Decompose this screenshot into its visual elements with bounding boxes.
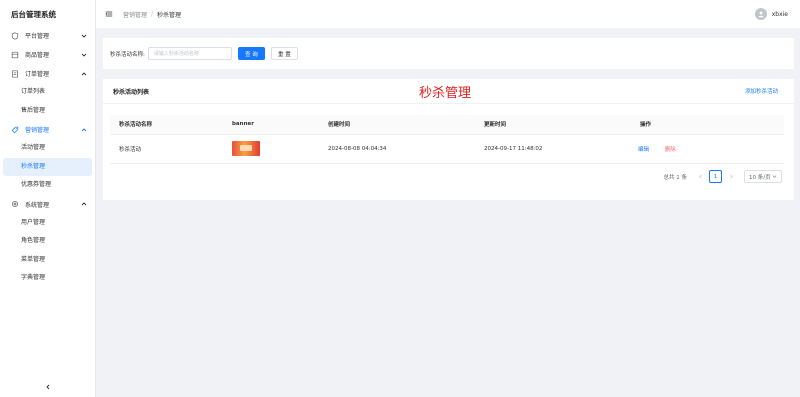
query-button[interactable]: 查 询 <box>237 47 265 60</box>
shield-icon <box>10 31 19 40</box>
sidebar-item-goods[interactable]: 商品管理 <box>0 45 95 64</box>
user-menu[interactable]: xbxie <box>754 8 788 20</box>
breadcrumb: 营销管理 / 秒杀管理 <box>123 10 755 19</box>
page-size-select[interactable]: 10 条/页 <box>744 170 782 183</box>
page-size-value: 10 条/页 <box>749 174 771 181</box>
edit-button[interactable]: 编辑 <box>638 147 649 153</box>
sidebar-item-label: 营销管理 <box>25 127 50 134</box>
delete-button[interactable]: 删除 <box>665 147 676 153</box>
chevron-down-icon <box>772 175 777 178</box>
avatar[interactable] <box>754 8 767 20</box>
sidebar-item-activity[interactable]: 活动管理 <box>0 139 95 158</box>
seckill-table: 秒杀活动名称 banner 创建时间 更新时间 操作 秒杀活动 2024-08-… <box>110 115 784 164</box>
seckill-name: 秒杀活动 <box>110 134 223 164</box>
column-header: 操作 <box>631 115 784 135</box>
shop-icon <box>10 50 19 59</box>
column-header: 更新时间 <box>475 115 631 135</box>
chevron-up-icon <box>81 127 87 133</box>
prev-page-icon[interactable] <box>695 171 705 183</box>
sidebar-item-label: 商品管理 <box>25 52 50 59</box>
created-time: 2024-08-08 04:04:34 <box>319 134 475 164</box>
sidebar-item-label: 系统管理 <box>25 201 50 209</box>
sidebar-item-label: 平台管理 <box>25 33 50 40</box>
column-header: banner <box>223 115 319 135</box>
list-header: 秒杀活动列表 秒杀管理 添加秒杀活动 <box>103 79 794 103</box>
sidebar-item-label: 订单管理 <box>25 71 50 78</box>
pagination: 总共 1 条 1 10 条/页 <box>663 170 782 183</box>
breadcrumb-item[interactable]: 营销管理 <box>123 10 147 19</box>
divider <box>103 103 794 104</box>
sidebar-item-after-sales[interactable]: 售后管理 <box>0 102 95 121</box>
sidebar-item-system[interactable]: 系统管理 <box>0 195 95 214</box>
page-title: 秒杀管理 <box>419 86 472 101</box>
collapse-sidebar-icon[interactable] <box>44 383 52 391</box>
search-label: 秒杀活动名称: <box>110 51 145 58</box>
chevron-up-icon <box>81 71 87 77</box>
gear-icon <box>10 200 19 209</box>
sidebar-item-menus[interactable]: 菜单管理 <box>0 251 95 270</box>
chevron-up-icon <box>81 201 87 207</box>
breadcrumb-separator: / <box>151 10 154 18</box>
column-header: 创建时间 <box>319 115 475 135</box>
chevron-down-icon <box>81 33 87 39</box>
sidebar-item-coupon[interactable]: 优惠券管理 <box>0 176 95 195</box>
pagination-total: 总共 1 条 <box>663 174 688 181</box>
table-row: 秒杀活动 2024-08-08 04:04:34 2024-09-17 11:4… <box>110 134 784 164</box>
menu-toggle-icon[interactable] <box>105 10 113 18</box>
sidebar-item-orders[interactable]: 订单管理 <box>0 64 95 83</box>
next-page-icon[interactable] <box>726 171 736 183</box>
sidebar: 后台管理系统 平台管理 商品管理 订单管理 订单列表 售后管理 营销管理 活动管… <box>0 0 96 397</box>
sidebar-item-order-list[interactable]: 订单列表 <box>0 83 95 102</box>
reset-button[interactable]: 重 置 <box>270 47 298 60</box>
sidebar-item-dicts[interactable]: 字典管理 <box>0 269 95 288</box>
chevron-down-icon <box>81 52 87 58</box>
document-icon <box>10 69 19 78</box>
sidebar-item-seckill[interactable]: 秒杀管理 <box>3 157 92 176</box>
banner-image[interactable] <box>232 141 260 156</box>
top-header: 营销管理 / 秒杀管理 xbxie <box>96 0 800 28</box>
sidebar-item-users[interactable]: 用户管理 <box>0 214 95 233</box>
search-input[interactable] <box>147 47 232 60</box>
table-header-row: 秒杀活动名称 banner 创建时间 更新时间 操作 <box>110 115 784 135</box>
username: xbxie <box>771 10 788 18</box>
search-panel: 秒杀活动名称: 查 询 重 置 <box>103 38 794 69</box>
seckill-list-panel: 秒杀活动列表 秒杀管理 添加秒杀活动 秒杀活动名称 banner 创建时间 更新… <box>103 79 794 200</box>
updated-time: 2024-09-17 11:48:02 <box>475 134 631 164</box>
column-header: 秒杀活动名称 <box>110 115 223 135</box>
page-number[interactable]: 1 <box>709 170 722 183</box>
breadcrumb-current: 秒杀管理 <box>157 11 182 19</box>
add-seckill-button[interactable]: 添加秒杀活动 <box>745 87 778 95</box>
sidebar-item-roles[interactable]: 角色管理 <box>0 232 95 251</box>
tag-icon <box>10 125 19 134</box>
sidebar-item-marketing[interactable]: 营销管理 <box>0 120 95 139</box>
